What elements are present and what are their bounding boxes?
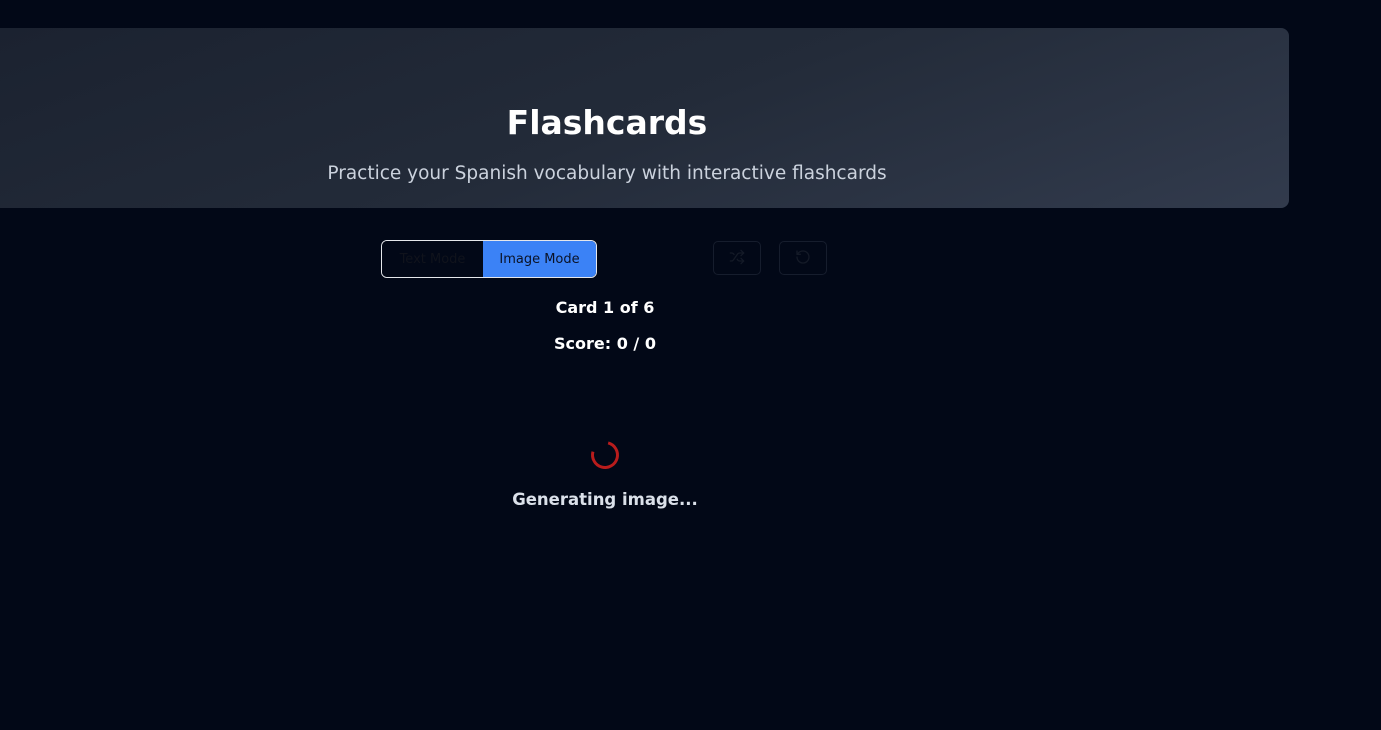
reset-button[interactable] (779, 241, 827, 275)
score-display: Score: 0 / 0 (554, 334, 656, 353)
image-mode-button[interactable]: Image Mode (483, 241, 596, 277)
shuffle-icon (729, 249, 745, 268)
text-mode-button[interactable]: Text Mode (382, 241, 483, 277)
rotate-ccw-icon (795, 249, 811, 268)
page-subtitle: Practice your Spanish vocabulary with in… (327, 163, 887, 184)
header-banner: Flashcards Practice your Spanish vocabul… (0, 28, 1289, 208)
loading-text: Generating image... (512, 490, 698, 509)
shuffle-button[interactable] (713, 241, 761, 275)
mode-toggle: Text Mode Image Mode (381, 240, 597, 278)
card-counter: Card 1 of 6 (555, 298, 655, 317)
loading-spinner-icon (585, 435, 625, 475)
page-title: Flashcards (506, 103, 708, 142)
flashcards-page: Flashcards Practice your Spanish vocabul… (0, 0, 1381, 730)
